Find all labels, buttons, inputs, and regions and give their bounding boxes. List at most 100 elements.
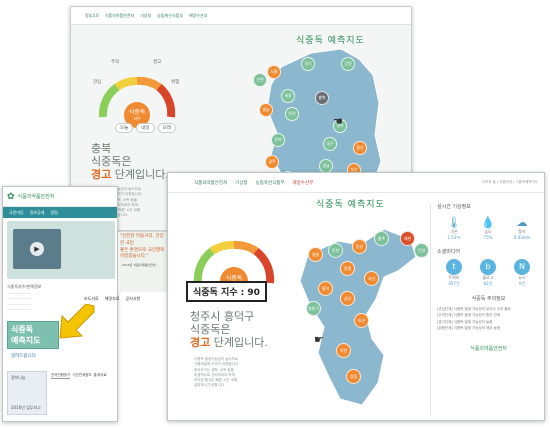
weather-value: 75%: [483, 235, 493, 240]
back-region-marker[interactable]: 서울: [267, 65, 281, 79]
left-sidebar-label: 식중독지수/판례정보: [7, 284, 42, 289]
left-hero[interactable]: ▶: [7, 221, 115, 279]
info-lines: [관심단계] 식중독 발생 가능성이 낮으나 주의 필요 [주의단계] 식중독 …: [437, 306, 540, 331]
left-widget[interactable]: 정보나눔 2016년 업무보고: [7, 371, 47, 415]
left-notice-label[interactable]: 알려드립니다: [11, 353, 36, 359]
hand-pointer-icon: ☚: [333, 115, 343, 128]
news-tab[interactable]: 해명자료: [105, 296, 120, 302]
back-region-marker[interactable]: 대구: [323, 137, 337, 151]
back-region-marker[interactable]: 세종: [281, 89, 295, 103]
back-region-marker[interactable]: 강원: [341, 57, 355, 71]
front-region-marker[interactable]: 상당: [340, 291, 355, 306]
front-region-marker[interactable]: 보은: [354, 313, 369, 328]
left-hero-caption: - 2016년 식품의약품안전처 -: [120, 263, 158, 267]
cloud-icon: ☁: [516, 216, 528, 229]
droplet-icon: 💧: [481, 216, 495, 229]
front-region-marker[interactable]: 제천: [400, 231, 415, 246]
front-status-suffix: 단계입니다.: [210, 335, 268, 349]
media-value: 457건: [448, 281, 460, 286]
front-note: 식중독 발생가능성이 높으므로 식품취급에 주의가 요망됩니다. 조리도구는 세…: [194, 357, 239, 389]
back-region-marker[interactable]: 울산: [353, 141, 367, 155]
weather-title: 실시간 기상정보: [437, 204, 471, 210]
blog-widget[interactable]: b 블로그 62건: [471, 259, 505, 287]
front-region-marker[interactable]: 충주: [374, 231, 389, 246]
left-nav: 국민마당 정보공개 알림: [3, 207, 117, 218]
back-status-text: 충북 식중독은 경고 단계입니다.: [91, 142, 169, 182]
left-nav-item[interactable]: 정보공개: [30, 210, 45, 216]
back-day-tomorrow[interactable]: 내일: [136, 123, 155, 133]
left-hero-text-area: "안전한 먹을거리, 건강한 국민 좋은 환경으로 국민행복 이끌겠습니다." …: [118, 232, 168, 292]
back-logo-0[interactable]: 정부3.0: [85, 13, 99, 19]
twitter-icon: t: [446, 259, 462, 275]
back-logo-1[interactable]: 식품의약품안전처: [105, 13, 134, 19]
front-region-marker[interactable]: 청원: [308, 247, 323, 262]
front-logo-2[interactable]: 농림축산식품부: [256, 180, 285, 186]
front-region-marker[interactable]: 흥덕: [318, 281, 333, 296]
back-logo-2[interactable]: 기상청: [140, 13, 151, 19]
yellow-arrow-icon: [59, 304, 95, 339]
hero-line: 이끌겠습니다.": [120, 254, 149, 260]
weather-row: 🌡 기온 1.53℃ 💧 습도 75% ☁ 풍속 0.03m/s: [437, 216, 540, 240]
front-logo-1[interactable]: 기상청: [235, 180, 247, 186]
front-region-marker[interactable]: 괴산: [364, 271, 379, 286]
left-nav-item[interactable]: 국민마당: [9, 210, 24, 216]
front-logo-3[interactable]: 해양수산부: [293, 180, 314, 186]
back-logo-3[interactable]: 농림축산식품부: [157, 13, 183, 19]
back-region-marker[interactable]: 충북: [315, 91, 329, 105]
front-logo-0[interactable]: 식품의약품안전처: [194, 180, 227, 186]
back-region-marker[interactable]: 광주: [265, 155, 279, 169]
front-page-title: 식중독 예측지도: [316, 200, 385, 210]
front-region-marker[interactable]: 진천: [328, 243, 343, 258]
back-gauge-level-1: 주의: [111, 60, 120, 65]
news-tab[interactable]: 보도자료: [84, 296, 99, 302]
video-thumbnail[interactable]: ▶: [13, 229, 61, 269]
back-day-after[interactable]: 모레: [157, 123, 176, 133]
front-status-word: 경고: [190, 335, 211, 349]
widget-title: 정보나눔: [11, 375, 26, 380]
back-region-marker[interactable]: 충남: [259, 103, 273, 117]
left-link-tab[interactable]: 통계자료: [94, 373, 107, 379]
back-day-today[interactable]: 오늘: [115, 123, 134, 133]
front-screenshot: 식품의약품안전처 기상청 농림축산식품부 해양수산부 식약처 홈 | 이용안내 …: [167, 172, 545, 421]
info-title: 식중독 주의정보: [471, 296, 506, 302]
back-status-word: 경고: [91, 167, 112, 181]
back-region-marker[interactable]: 경기: [301, 57, 315, 71]
front-bottom-logo[interactable]: 식품의약품안전처: [437, 345, 540, 352]
front-region-marker[interactable]: 증평: [340, 261, 355, 276]
back-region-marker[interactable]: 전북: [271, 133, 285, 147]
humidity-widget: 💧 습도 75%: [471, 216, 505, 240]
left-nav-item[interactable]: 알림: [50, 210, 57, 216]
front-region-marker[interactable]: 청원구: [306, 301, 321, 316]
back-status-suffix: 단계입니다.: [111, 167, 169, 181]
front-region-marker[interactable]: 영동: [346, 369, 361, 384]
left-link-tab[interactable]: 기관연계정보: [72, 373, 91, 379]
news-tab[interactable]: 공지사항: [125, 296, 140, 302]
news-widget[interactable]: N 뉴스 0건: [505, 259, 539, 287]
temperature-widget: 🌡 기온 1.53℃: [437, 216, 471, 240]
back-header: 정부3.0 식품의약품안전처 기상청 농림축산식품부 해양수산부: [71, 7, 411, 25]
media-value: 0건: [518, 281, 526, 286]
wind-widget: ☁ 풍속 0.03m/s: [505, 216, 539, 240]
front-region-marker[interactable]: 단양: [414, 243, 429, 258]
back-gauge-level-2: 경고: [153, 60, 162, 65]
front-region-marker[interactable]: 음성: [352, 239, 367, 254]
front-note-line: 섭취하시기 바랍니다.: [194, 383, 226, 388]
hero-line: "안전한 먹을거리, 건강한 국민: [120, 234, 164, 246]
left-header: ✿ 식품의약품안전처: [3, 187, 117, 207]
back-logo-4[interactable]: 해양수산부: [189, 13, 207, 19]
thermometer-icon: 🌡: [447, 216, 461, 229]
front-region-marker[interactable]: 옥천: [336, 343, 351, 358]
back-region-marker[interactable]: 대전: [285, 107, 299, 121]
play-icon[interactable]: ▶: [30, 242, 44, 256]
food-poisoning-index-box: 식중독 지수 : 90: [186, 281, 267, 302]
left-site-name[interactable]: 식품의약품안전처: [18, 193, 55, 200]
left-link-tab[interactable]: 전자민원창구: [51, 373, 71, 379]
back-gauge-level-0: 관심: [93, 80, 102, 85]
front-top-links[interactable]: 식약처 홈 | 이용안내 | 식중독예측지도: [482, 180, 544, 185]
food-poisoning-map-banner[interactable]: 식중독 예측지도: [7, 321, 59, 349]
back-gauge-level-3: 위험: [171, 80, 180, 85]
back-region-marker[interactable]: 인천: [253, 73, 267, 87]
front-status-line: 경고 단계입니다.: [190, 335, 268, 350]
back-region-marker[interactable]: 경남: [319, 159, 333, 173]
twitter-widget[interactable]: t 트위터 457건: [437, 259, 471, 287]
